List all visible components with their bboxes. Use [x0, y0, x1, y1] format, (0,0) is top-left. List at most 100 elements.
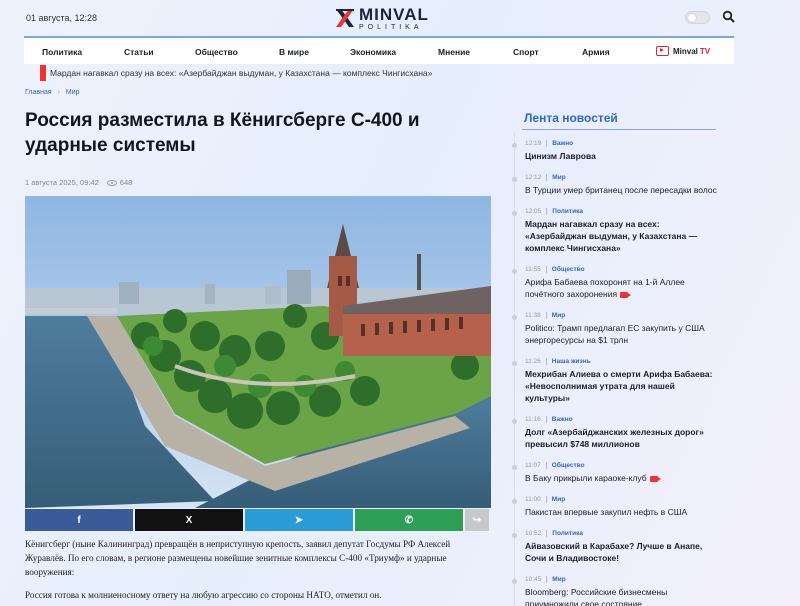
feed-item[interactable]: 11:16 Важно Долг «Азербайджанских железных…	[512, 409, 718, 455]
feed-item-category[interactable]: Политика	[552, 208, 583, 215]
feed-item-category[interactable]: Важно	[552, 140, 573, 147]
feed-item-headline[interactable]: Долг «Азербайджанских железных дорог» пр…	[525, 427, 704, 449]
nav-item-opinion[interactable]: Мнение	[438, 47, 470, 57]
feed-item-meta: 11:07 Общество	[525, 462, 718, 469]
feed-item[interactable]: 12:05 Политика Мардан нагавкал сразу на вс…	[512, 201, 718, 259]
site-logo[interactable]: MINVAL POLITIKA	[334, 4, 429, 32]
nav-item-sport[interactable]: Спорт	[513, 47, 539, 57]
feed-item-headline[interactable]: Politico: Трамп предлагал ЕС закупить у …	[525, 323, 705, 345]
feed-item-headline[interactable]: Пакистан впервые закупил нефть в США	[525, 507, 687, 517]
feed-item-headline-wrap[interactable]: В Баку прикрыли караоке-клуб	[525, 472, 718, 484]
theme-toggle-knob	[688, 14, 696, 22]
feed-item-time: 10:52	[525, 530, 542, 537]
feed-item-headline-wrap[interactable]: Пакистан впервые закупил нефть в США	[525, 506, 718, 518]
feed-item-category[interactable]: Наша жизнь	[552, 358, 591, 365]
article-photo-illustration	[25, 196, 491, 508]
feed-item-time: 11:26	[525, 358, 541, 365]
search-icon[interactable]	[722, 10, 736, 24]
feed-item-headline-wrap[interactable]: Мехрибан Алиева о смерти Арифа Бабаева: …	[525, 368, 718, 404]
tv-label: Minval	[673, 46, 698, 56]
feed-item-separator	[546, 174, 548, 181]
feed-item-headline[interactable]: Мехрибан Алиева о смерти Арифа Бабаева: …	[525, 369, 712, 403]
nav-item-world[interactable]: В мире	[279, 47, 309, 57]
tv-suffix: TV	[699, 46, 711, 56]
feed-item[interactable]: 11:00 Мир Пакистан впервые закупил нефть в…	[512, 489, 718, 523]
feed-item-meta: 10:52 Политика	[525, 530, 718, 537]
feed-item[interactable]: 10:52 Политика Айвазовский в Карабахе? Луч…	[512, 523, 718, 569]
feed-item-separator	[546, 530, 548, 537]
feed-item-category[interactable]: Мир	[552, 312, 565, 319]
feed-item[interactable]: 11:07 Общество В Баку прикрыли караоке-клу…	[512, 455, 718, 489]
nav-item-society[interactable]: Общество	[195, 47, 238, 57]
feed-item-time: 12:12	[525, 174, 542, 181]
feed-item-category[interactable]: Важно	[552, 416, 573, 423]
feed-item-headline-wrap[interactable]: Цинизм Лаврова	[525, 150, 718, 162]
feed-item-category[interactable]: Мир	[552, 496, 565, 503]
breadcrumb-section[interactable]: Мир	[66, 89, 80, 96]
feed-item-headline-wrap[interactable]: Айвазовский в Карабахе? Лучше в Анапе, С…	[525, 540, 718, 564]
share-bar: f X ➤ ✆ ↪	[25, 509, 491, 531]
feed-item-headline[interactable]: Мардан нагавкал сразу на всех: «Азербайд…	[525, 219, 697, 253]
share-facebook-button[interactable]: f	[25, 509, 133, 531]
feed-item-time: 11:55	[525, 266, 541, 273]
feed-item-time: 11:00	[525, 496, 541, 503]
feed-item-headline-wrap[interactable]: Долг «Азербайджанских железных дорог» пр…	[525, 426, 718, 450]
share-whatsapp-button[interactable]: ✆	[355, 509, 463, 531]
feed-item-meta: 12:05 Политика	[525, 208, 718, 215]
nav-item-politics[interactable]: Политика	[42, 47, 82, 57]
share-icon: ↪	[472, 514, 482, 526]
timeline-dot	[512, 579, 517, 584]
feed-item-separator	[545, 358, 547, 365]
nav-item-minval-tv[interactable]: Minval TV	[656, 46, 710, 56]
feed-item-time: 12:19	[525, 140, 542, 147]
logo-sub: POLITIKA	[359, 23, 423, 31]
feed-item-time: 10:45	[525, 576, 542, 583]
ticker-marker	[40, 65, 46, 81]
feed-item-separator	[546, 576, 548, 583]
feed-item-meta: 12:19 Важно	[525, 140, 718, 147]
article-date: 1 августа 2025, 09:42	[25, 178, 99, 187]
news-feed-title[interactable]: Лента новостей	[524, 111, 618, 125]
article-title: Россия разместила в Кёнигсберге С-400 и …	[25, 110, 420, 156]
feed-item[interactable]: 11:26 Наша жизнь Мехрибан Алиева о смерти …	[512, 351, 718, 409]
share-x-button[interactable]: X	[135, 509, 243, 531]
feed-item-headline-wrap[interactable]: Мардан нагавкал сразу на всех: «Азербайд…	[525, 218, 718, 254]
feed-item-headline[interactable]: Айвазовский в Карабахе? Лучше в Анапе, С…	[525, 541, 702, 563]
article-paragraph-2: Россия готова к молниеносному ответу на …	[25, 590, 382, 600]
feed-item-headline[interactable]: В Баку прикрыли караоке-клуб	[525, 473, 647, 483]
x-icon: X	[185, 514, 193, 526]
feed-item-category[interactable]: Мир	[552, 576, 565, 583]
share-telegram-button[interactable]: ➤	[245, 509, 353, 531]
nav-item-articles[interactable]: Статьи	[124, 47, 154, 57]
feed-item-headline[interactable]: В Турции умер британец после пересадки в…	[525, 185, 717, 195]
feed-item-headline[interactable]: Арифа Бабаева похоронят на 1-й Аллее поч…	[525, 277, 685, 299]
news-feed-list: 12:19 Важно Цинизм Лаврова 12:12 Мир В Турции…	[512, 133, 718, 606]
timeline-dot	[512, 361, 517, 366]
feed-item-category[interactable]: Мир	[552, 174, 565, 181]
nav-item-economy[interactable]: Экономика	[350, 47, 396, 57]
feed-item[interactable]: 11:38 Мир Politico: Трамп предлагал ЕС зак…	[512, 305, 718, 351]
article-paragraph-1: Кёнигсберг (ныне Калининград) превращён …	[25, 539, 451, 577]
feed-item-category[interactable]: Общество	[552, 266, 585, 273]
feed-item[interactable]: 11:55 Общество Арифа Бабаева похоронят на …	[512, 259, 718, 305]
feed-item-meta: 11:16 Важно	[525, 416, 718, 423]
feed-item-headline-wrap[interactable]: Арифа Бабаева похоронят на 1-й Аллее поч…	[525, 276, 718, 300]
theme-toggle[interactable]	[685, 11, 710, 24]
feed-item-category[interactable]: Политика	[552, 530, 583, 537]
feed-item-headline[interactable]: Bloomberg: Российские бизнесмены приумно…	[525, 587, 667, 606]
whatsapp-icon: ✆	[404, 514, 414, 526]
article-views: 648	[119, 178, 133, 187]
feed-item-headline[interactable]: Цинизм Лаврова	[525, 151, 596, 161]
ticker-headline[interactable]: Мардан нагавкал сразу на всех: «Азербайд…	[50, 68, 432, 78]
nav-item-army[interactable]: Армия	[582, 47, 610, 57]
feed-item-headline-wrap[interactable]: Politico: Трамп предлагал ЕС закупить у …	[525, 322, 718, 346]
feed-item-category[interactable]: Общество	[552, 462, 585, 469]
feed-item[interactable]: 12:12 Мир В Турции умер британец после пер…	[512, 167, 718, 201]
feed-item[interactable]: 12:19 Важно Цинизм Лаврова	[512, 133, 718, 167]
feed-item-headline-wrap[interactable]: В Турции умер британец после пересадки в…	[525, 184, 718, 196]
feed-item-time: 12:05	[525, 208, 542, 215]
breadcrumb-home[interactable]: Главная	[25, 89, 52, 96]
feed-item[interactable]: 10:45 Мир Bloomberg: Российские бизнесмены…	[512, 569, 718, 606]
share-more-button[interactable]: ↪	[465, 509, 489, 531]
feed-item-headline-wrap[interactable]: Bloomberg: Российские бизнесмены приумно…	[525, 586, 718, 606]
